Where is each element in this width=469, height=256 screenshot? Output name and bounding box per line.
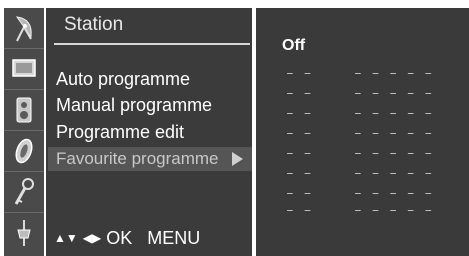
satellite-dish-icon bbox=[11, 13, 37, 43]
ok-key-label: OK bbox=[106, 228, 133, 248]
menu-title: Station bbox=[64, 14, 124, 35]
sound-category[interactable] bbox=[4, 90, 44, 131]
favourite-slot[interactable]: – – – – – – – bbox=[256, 146, 469, 161]
favourite-slot[interactable]: – – – – – – – bbox=[256, 126, 469, 141]
time-category[interactable] bbox=[4, 131, 44, 172]
up-down-arrows-icon: ▲▼ bbox=[54, 231, 78, 245]
tv-osd-screen: Station Auto programme Manual programme … bbox=[0, 0, 469, 256]
input-category[interactable] bbox=[4, 213, 44, 253]
category-icon-column bbox=[4, 8, 44, 256]
menu-item-manual-programme[interactable]: Manual programme bbox=[56, 95, 212, 116]
favourite-slot[interactable]: – – – – – – – bbox=[256, 86, 469, 101]
speaker-icon bbox=[15, 96, 33, 124]
menu-item-auto-programme[interactable]: Auto programme bbox=[56, 69, 190, 90]
slot-name: – – – – – bbox=[354, 106, 434, 121]
favourite-slot[interactable]: – – – – – – – bbox=[256, 186, 469, 201]
menu-item-favourite-programme[interactable]: Favourite programme bbox=[48, 147, 252, 171]
slot-name: – – – – – bbox=[354, 66, 434, 81]
key-icon bbox=[12, 177, 36, 207]
slot-channel: – – bbox=[286, 126, 313, 141]
station-menu: Station Auto programme Manual programme … bbox=[46, 8, 252, 256]
slot-channel: – – bbox=[286, 186, 313, 201]
navigation-hint: ▲▼ ◀▶ OK MENU bbox=[54, 228, 200, 249]
monitor-icon bbox=[11, 58, 37, 80]
favourite-slot[interactable]: – – – – – – – bbox=[256, 106, 469, 121]
slot-channel: – – bbox=[286, 203, 313, 218]
slot-name: – – – – – bbox=[354, 166, 434, 181]
favourite-slot[interactable]: – – – – – – – bbox=[256, 166, 469, 181]
plug-icon bbox=[14, 218, 34, 248]
slot-channel: – – bbox=[286, 86, 313, 101]
favourite-status[interactable]: Off bbox=[282, 37, 305, 55]
slot-channel: – – bbox=[286, 66, 313, 81]
favourite-programme-panel: Off – – – – – – – – – – – – – – – – – – … bbox=[256, 8, 469, 256]
clock-icon bbox=[14, 136, 34, 166]
slot-name: – – – – – bbox=[354, 86, 434, 101]
slot-channel: – – bbox=[286, 106, 313, 121]
menu-key-label: MENU bbox=[147, 228, 201, 248]
title-divider bbox=[54, 43, 250, 45]
chevron-right-icon bbox=[232, 152, 243, 166]
menu-item-programme-edit[interactable]: Programme edit bbox=[56, 122, 184, 143]
slot-name: – – – – – bbox=[354, 146, 434, 161]
slot-name: – – – – – bbox=[354, 126, 434, 141]
station-category[interactable] bbox=[4, 8, 44, 49]
lock-category[interactable] bbox=[4, 172, 44, 213]
slot-channel: – – bbox=[286, 146, 313, 161]
favourite-slot[interactable]: – – – – – – – bbox=[256, 66, 469, 81]
slot-name: – – – – – bbox=[354, 186, 434, 201]
left-right-arrows-icon: ◀▶ bbox=[82, 231, 102, 245]
slot-channel: – – bbox=[286, 166, 313, 181]
menu-item-label: Favourite programme bbox=[56, 149, 219, 168]
slot-name: – – – – – bbox=[354, 203, 434, 218]
favourite-slot[interactable]: – – – – – – – bbox=[256, 203, 469, 218]
picture-category[interactable] bbox=[4, 49, 44, 90]
